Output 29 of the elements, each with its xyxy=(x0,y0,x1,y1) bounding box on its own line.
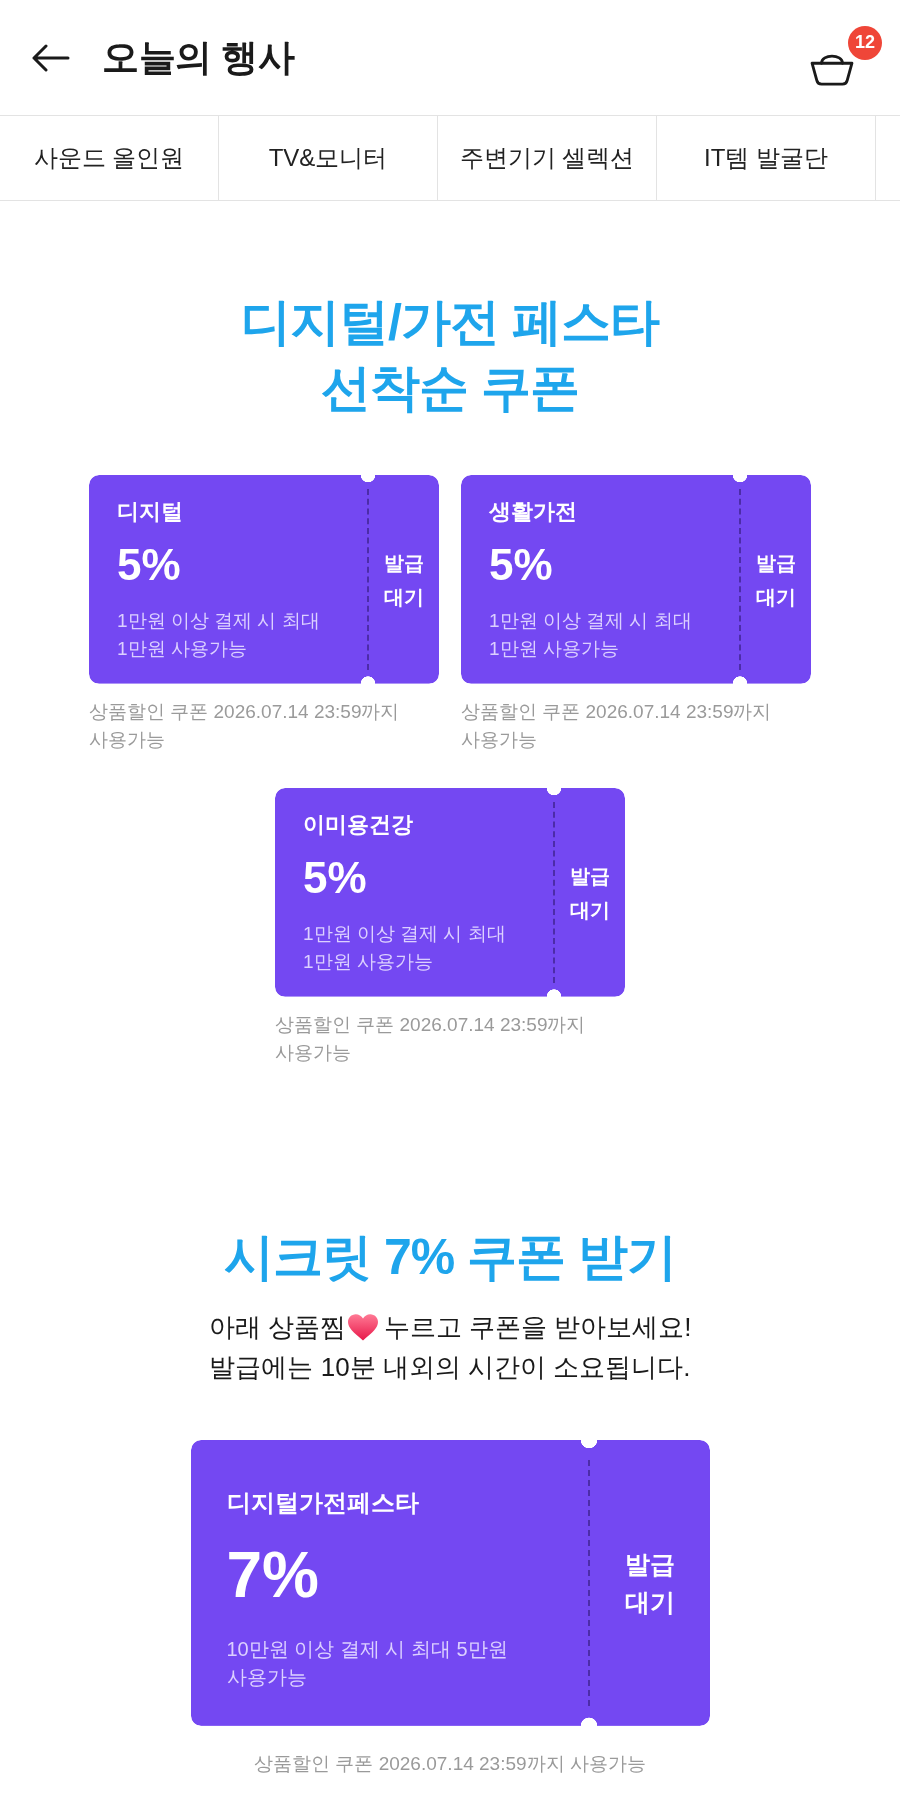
section-headline: 디지털/가전 페스타 선착순 쿠폰 xyxy=(241,293,659,418)
coupon-validity: 상품할인 쿠폰 2026.07.14 23:59까지 사용가능 xyxy=(89,700,401,752)
back-icon[interactable] xyxy=(32,43,70,72)
notice-text: 아래 상품찜 xyxy=(208,1311,346,1344)
notice-text: 발급에는 10분 내외의 시간이 소요됩니다. xyxy=(209,1351,691,1384)
coupon-category: 디지털가전페스타 xyxy=(226,1488,420,1518)
coupon-condition: 1만원 이상 결제 시 최대 1만원 사용가능 xyxy=(303,922,507,974)
notice-text: 누르고 쿠폰을 받아보세요! xyxy=(383,1311,692,1344)
discount-rate: 5% xyxy=(303,852,368,904)
coupon-validity: 상품할인 쿠폰 2026.07.14 23:59까지 사용가능 xyxy=(461,700,773,752)
coupon-category: 이미용건강 xyxy=(303,811,414,839)
discount-rate: 7% xyxy=(226,1539,320,1611)
coupon-validity: 상품할인 쿠폰 2026.07.14 23:59까지 사용가능 xyxy=(275,1013,587,1065)
heart-icon xyxy=(347,1313,378,1341)
discount-rate: 5% xyxy=(117,539,182,591)
page-title: 오늘의 행사 xyxy=(102,35,296,80)
discount-rate: 5% xyxy=(489,539,554,591)
issue-status: 발급 대기 xyxy=(756,550,796,610)
coupon-condition: 1만원 이상 결제 시 최대 1만원 사용가능 xyxy=(489,609,693,661)
coupon-category: 디지털 xyxy=(117,498,184,526)
cart-count-badge: 12 xyxy=(848,25,882,60)
issue-status: 발급 대기 xyxy=(384,550,424,610)
issue-status: 발급 대기 xyxy=(570,863,610,923)
issue-status: 발급 대기 xyxy=(624,1549,675,1618)
coupon-condition: 10만원 이상 결제 시 최대 5만원 사용가능 xyxy=(226,1637,509,1690)
section-headline: 시크릿 7% 쿠폰 받기 xyxy=(224,1228,676,1287)
coupon-validity: 상품할인 쿠폰 2026.07.14 23:59까지 사용가능 xyxy=(254,1752,646,1776)
coupon-category: 생활가전 xyxy=(489,498,578,526)
coupon-condition: 1만원 이상 결제 시 최대 1만원 사용가능 xyxy=(117,609,321,661)
